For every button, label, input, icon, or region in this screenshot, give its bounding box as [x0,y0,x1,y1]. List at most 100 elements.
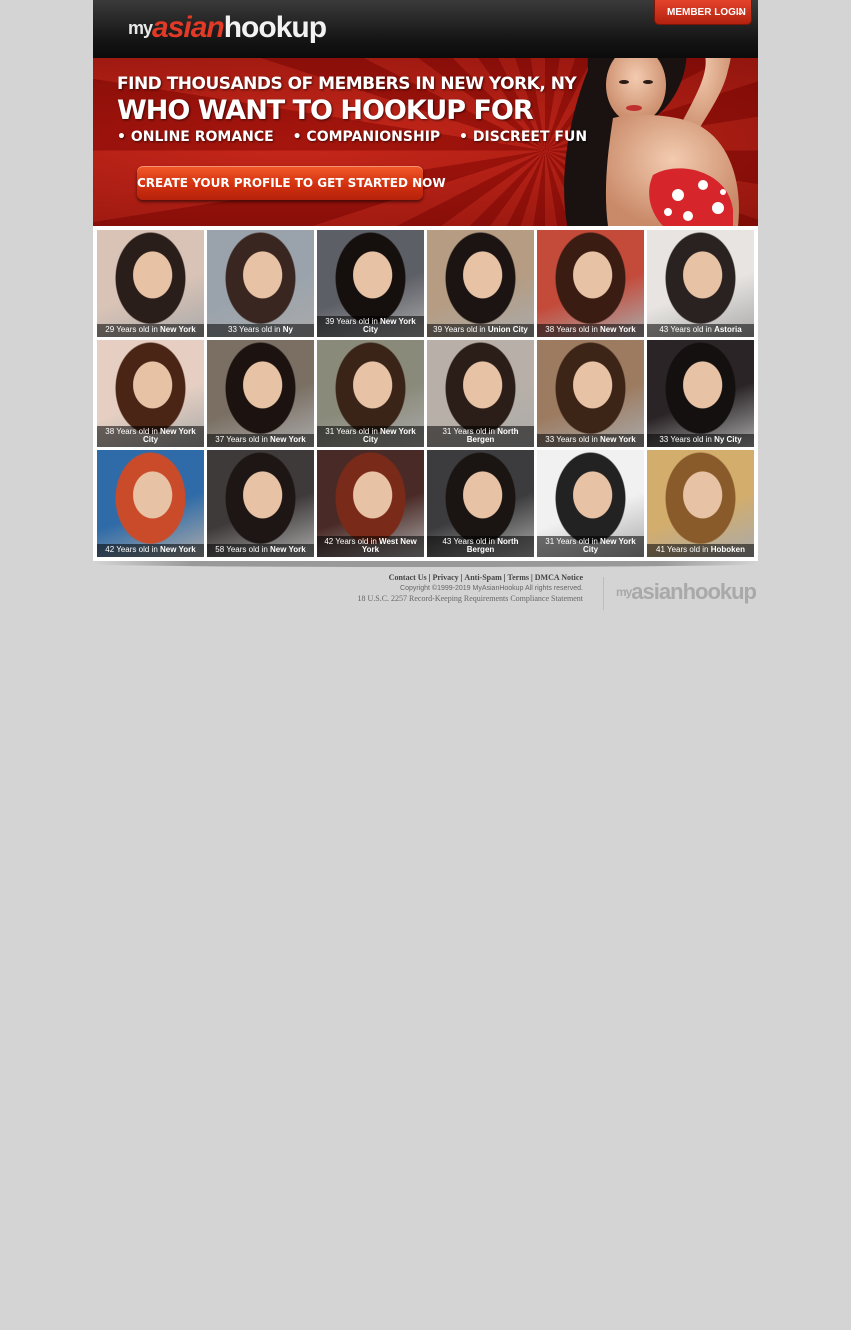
member-city: Ny City [714,435,742,444]
member-city: New York [270,545,306,554]
member-caption: 31 Years old in North Bergen [427,426,534,447]
member-caption: 43 Years old in North Bergen [427,536,534,557]
member-caption: 38 Years old in New York [537,324,644,337]
headline-line-1: FIND THOUSANDS OF MEMBERS IN NEW YORK, N… [117,74,577,94]
member-login-label: MEMBER LOGIN [667,7,746,18]
page-container: myasianhookup MEMBER LOGIN ⌄ FIND THOUSA… [93,0,758,623]
member-caption: 37 Years old in New York [207,434,314,447]
bullet-online-romance: • ONLINE ROMANCE [117,129,274,145]
member-card[interactable]: 43 Years old in Astoria [647,230,754,337]
member-caption: 58 Years old in New York [207,544,314,557]
compliance-statement-link[interactable]: 18 U.S.C. 2257 Record-Keeping Requiremen… [357,594,583,603]
bullet-companionship: • COMPANIONSHIP [292,129,441,145]
member-card[interactable]: 43 Years old in North Bergen [427,450,534,557]
top-header: myasianhookup MEMBER LOGIN ⌄ [93,0,758,58]
member-age: 29 Years old in [105,325,160,334]
member-card[interactable]: 39 Years old in Union City [427,230,534,337]
member-photo [207,230,314,337]
grid-shadow-divider [93,561,758,567]
member-photo [647,230,754,337]
footer-link-dmca-notice[interactable]: DMCA Notice [535,573,583,582]
member-card[interactable]: 33 Years old in Ny City [647,340,754,447]
member-caption: 43 Years old in Astoria [647,324,754,337]
member-caption: 33 Years old in New York [537,434,644,447]
member-caption: 42 Years old in West New York [317,536,424,557]
member-city: New York [160,545,196,554]
member-city: New York [600,435,636,444]
member-city: New York [270,435,306,444]
member-photo [647,340,754,447]
member-caption: 39 Years old in New York City [317,316,424,337]
hero-banner: FIND THOUSANDS OF MEMBERS IN NEW YORK, N… [93,58,758,226]
member-photo [97,450,204,557]
footer-link-terms[interactable]: Terms [508,573,529,582]
member-caption: 33 Years old in Ny City [647,434,754,447]
member-card[interactable]: 31 Years old in North Bergen [427,340,534,447]
member-age: 33 Years old in [545,435,600,444]
member-city: New York [160,325,196,334]
footer-logo-my: my [615,585,632,599]
headline-bullets: • ONLINE ROMANCE • COMPANIONSHIP • DISCR… [117,129,601,145]
member-caption: 33 Years old in Ny [207,324,314,337]
member-card[interactable]: 42 Years old in West New York [317,450,424,557]
member-card[interactable]: 38 Years old in New York City [97,340,204,447]
member-age: 38 Years old in [545,325,600,334]
member-age: 33 Years old in [659,435,715,444]
logo-asian-text: asian [152,11,225,44]
footer-link-anti-spam[interactable]: Anti-Spam [464,573,501,582]
member-card[interactable]: 33 Years old in New York [537,340,644,447]
member-caption: 31 Years old in New York City [537,536,644,557]
member-caption: 39 Years old in Union City [427,324,534,337]
member-card[interactable]: 39 Years old in New York City [317,230,424,337]
member-card[interactable]: 38 Years old in New York [537,230,644,337]
member-city: Ny [282,325,293,334]
logo-my-text: my [128,18,153,38]
member-card[interactable]: 29 Years old in New York [97,230,204,337]
member-photo [427,230,534,337]
logo-hookup-text: hookup [223,11,327,44]
member-caption: 41 Years old in Hoboken [647,544,754,557]
footer-logo-asian: asian [631,579,683,604]
member-card[interactable]: 37 Years old in New York [207,340,314,447]
member-caption: 31 Years old in New York City [317,426,424,447]
footer-link-privacy[interactable]: Privacy [432,573,458,582]
member-card[interactable]: 41 Years old in Hoboken [647,450,754,557]
member-city: New York [600,325,636,334]
member-age: 39 Years old in [433,325,488,334]
member-city: Union City [487,325,528,334]
member-city: Astoria [714,325,742,334]
footer-logo-hookup: hookup [682,579,757,604]
member-card[interactable]: 33 Years old in Ny [207,230,314,337]
member-caption: 29 Years old in New York [97,324,204,337]
footer-nav: Contact Us | Privacy | Anti-Spam | Terms | DMCA … [357,573,583,582]
headline-line-2: WHO WANT TO HOOKUP FOR [117,95,534,126]
copyright-text: Copyright ©1999-2019 MyAsianHookup All r… [400,585,583,592]
member-card[interactable]: 31 Years old in New York City [537,450,644,557]
banner-headline: FIND THOUSANDS OF MEMBERS IN NEW YORK, N… [117,74,601,145]
create-profile-button[interactable]: CREATE YOUR PROFILE TO GET STARTED NOW [137,166,446,200]
member-card[interactable]: 58 Years old in New York [207,450,314,557]
footer-link-contact-us[interactable]: Contact Us [389,573,427,582]
footer-logo[interactable]: myasianhookup [602,577,757,610]
member-age: 41 Years old in [656,545,711,554]
member-age: 58 Years old in [215,545,270,554]
member-photo [647,450,754,557]
member-city: Hoboken [710,545,745,554]
bullet-discreet-fun: • DISCREET FUN [459,129,588,145]
member-photo [207,450,314,557]
member-age: 42 Years old in [105,545,160,554]
footer-links: Contact Us | Privacy | Anti-Spam | Terms | DMCA … [357,573,583,603]
member-age: 33 Years old in [228,325,283,334]
member-photo [537,230,644,337]
member-age: 37 Years old in [215,435,270,444]
member-card[interactable]: 31 Years old in New York City [317,340,424,447]
member-age: 43 Years old in [659,325,715,334]
member-caption: 42 Years old in New York [97,544,204,557]
member-login-button[interactable]: MEMBER LOGIN ⌄ [654,0,752,25]
footer: Contact Us | Privacy | Anti-Spam | Terms | DMCA … [93,573,758,623]
site-logo[interactable]: myasianhookup [128,10,327,46]
member-photo [537,340,644,447]
member-card[interactable]: 42 Years old in New York [97,450,204,557]
members-grid: 29 Years old in New York 33 Years old in … [93,226,758,561]
member-photo [207,340,314,447]
